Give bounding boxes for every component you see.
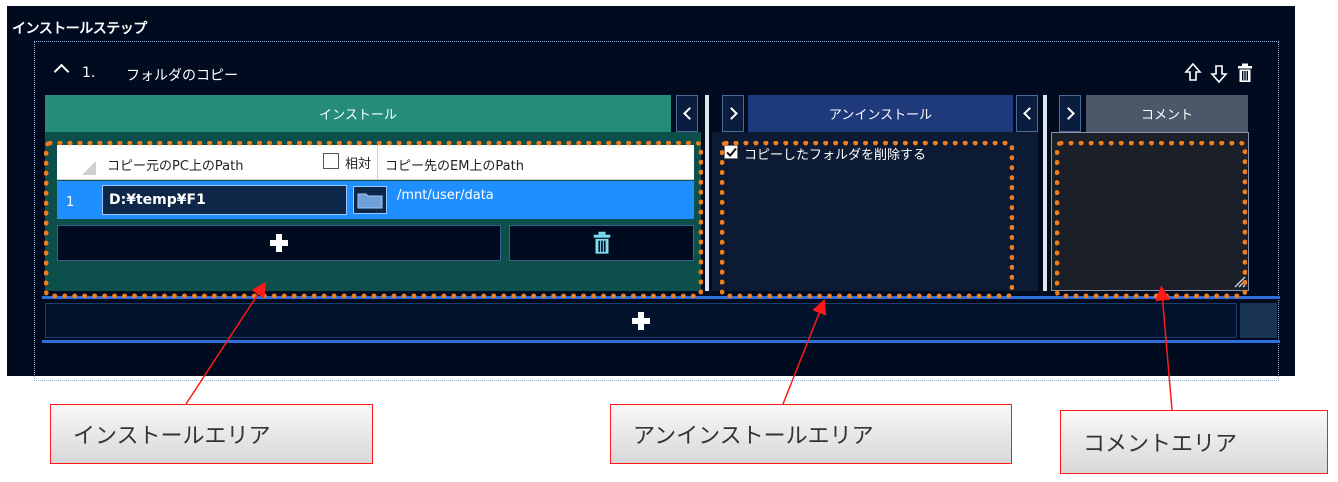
comment-area-callout: コメントエリア <box>1060 410 1328 474</box>
comment-area-callout-text: コメントエリア <box>1083 432 1238 457</box>
uninstall-arrow <box>782 299 827 405</box>
uninstall-area-callout: アンインストールエリア <box>610 404 1012 464</box>
comment-arrow <box>1155 285 1173 411</box>
install-area-callout: インストールエリア <box>50 404 373 464</box>
install-arrow <box>185 281 267 405</box>
uninstall-area-callout-text: アンインストールエリア <box>633 424 874 449</box>
install-area-callout-text: インストールエリア <box>73 424 271 449</box>
